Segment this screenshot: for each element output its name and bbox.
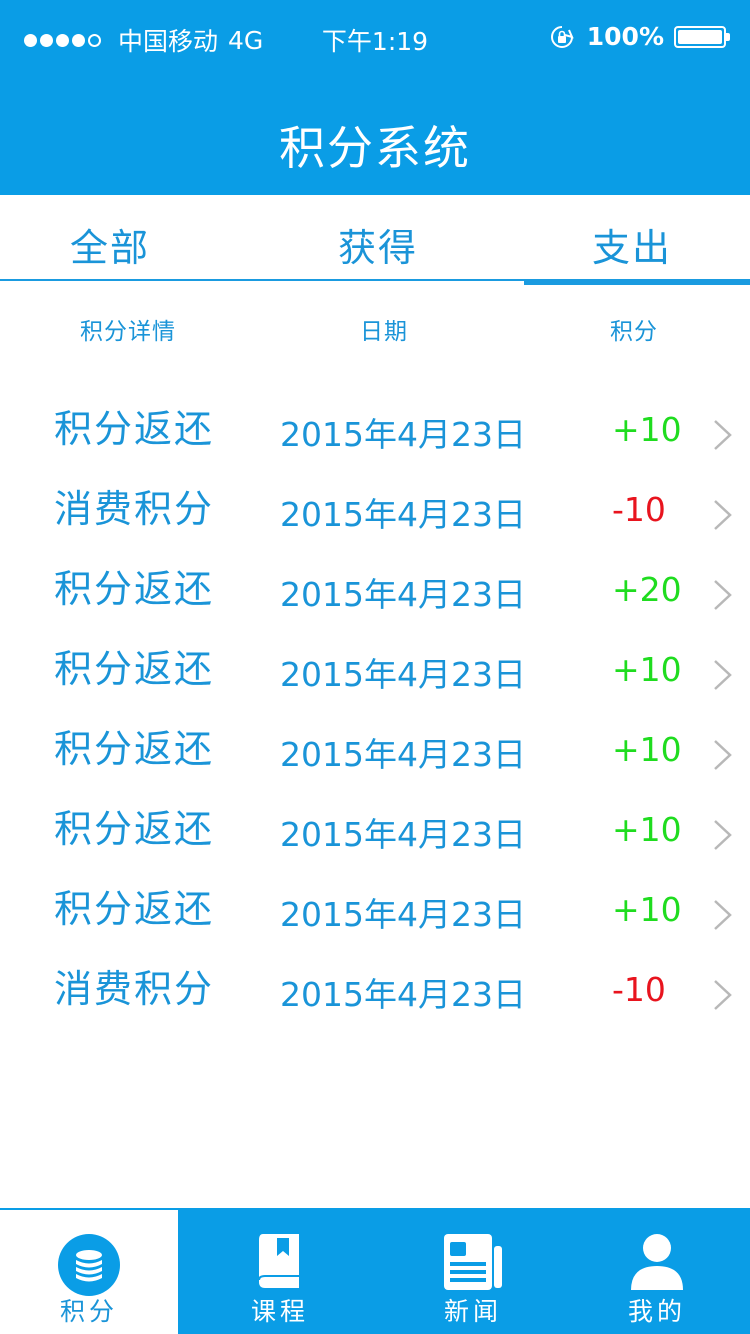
record-points: +10 (612, 650, 682, 689)
record-date: 2015年4月23日 (280, 655, 526, 694)
record-points: +10 (612, 810, 682, 849)
record-name: 积分返还 (54, 887, 215, 931)
chevron-right-icon (714, 900, 732, 930)
tabbar-item-points[interactable]: 积分 (0, 1208, 178, 1334)
coins-icon (58, 1234, 120, 1296)
points-record-list: 积分返还 2015年4月23日 +10 消费积分 2015年4月23日 -10 … (0, 388, 750, 1028)
record-name: 积分返还 (54, 647, 215, 691)
column-header-detail: 积分详情 (80, 319, 176, 345)
list-item[interactable]: 消费积分 2015年4月23日 -10 (0, 468, 750, 548)
record-name: 积分返还 (54, 567, 215, 611)
tabbar-item-mine[interactable]: 我的 (564, 1208, 750, 1334)
list-item[interactable]: 积分返还 2015年4月23日 +10 (0, 708, 750, 788)
record-name: 积分返还 (54, 807, 215, 851)
chevron-right-icon (714, 660, 732, 690)
battery-percent: 100% (586, 22, 664, 51)
tabbar-item-courses[interactable]: 课程 (178, 1208, 382, 1334)
tabbar-label-points: 积分 (59, 1297, 118, 1326)
chevron-right-icon (714, 500, 732, 530)
active-tab-indicator (524, 279, 750, 285)
list-item[interactable]: 积分返还 2015年4月23日 +10 (0, 628, 750, 708)
column-header-date: 日期 (360, 319, 408, 345)
record-points: +20 (612, 570, 682, 609)
tabbar-label-news: 新闻 (443, 1297, 502, 1326)
chevron-right-icon (714, 980, 732, 1010)
tabbar-label-courses: 课程 (250, 1297, 309, 1326)
record-points: +10 (612, 410, 682, 449)
record-date: 2015年4月23日 (280, 815, 526, 854)
list-item[interactable]: 消费积分 2015年4月23日 -10 (0, 948, 750, 1028)
list-item[interactable]: 积分返还 2015年4月23日 +10 (0, 388, 750, 468)
record-points: +10 (612, 890, 682, 929)
list-item[interactable]: 积分返还 2015年4月23日 +10 (0, 868, 750, 948)
record-points: -10 (612, 970, 666, 1009)
book-icon (258, 1234, 299, 1288)
bottom-tab-bar: 积分 课程 新闻 我的 (0, 1208, 750, 1334)
record-date: 2015年4月23日 (280, 495, 526, 534)
chevron-right-icon (714, 820, 732, 850)
tab-earned[interactable]: 获得 (338, 217, 418, 272)
record-name: 消费积分 (54, 487, 215, 531)
user-icon (631, 1234, 683, 1290)
list-item[interactable]: 积分返还 2015年4月23日 +20 (0, 548, 750, 628)
record-date: 2015年4月23日 (280, 415, 526, 454)
tabbar-item-news[interactable]: 新闻 (382, 1208, 564, 1334)
chevron-right-icon (714, 420, 732, 450)
tab-all[interactable]: 全部 (70, 217, 150, 272)
record-name: 积分返还 (54, 727, 215, 771)
status-right: 100% (549, 22, 730, 51)
page-title: 积分系统 (279, 121, 471, 175)
chevron-right-icon (714, 740, 732, 770)
record-date: 2015年4月23日 (280, 975, 526, 1014)
record-name: 积分返还 (54, 407, 215, 451)
battery-icon (674, 25, 730, 48)
rotation-lock-icon (550, 25, 574, 48)
filter-tabs: 全部 获得 支出 (0, 195, 750, 281)
record-date: 2015年4月23日 (280, 735, 526, 774)
tabbar-label-mine: 我的 (627, 1297, 686, 1326)
tab-spent[interactable]: 支出 (592, 217, 672, 272)
status-bar: 中国移动 4G 下午1:19 100% (0, 0, 750, 80)
newspaper-icon (444, 1234, 502, 1290)
list-item[interactable]: 积分返还 2015年4月23日 +10 (0, 788, 750, 868)
chevron-right-icon (714, 580, 732, 610)
record-date: 2015年4月23日 (280, 575, 526, 614)
navigation-bar: 积分系统 (0, 80, 750, 195)
column-header-points: 积分 (610, 319, 658, 345)
record-name: 消费积分 (54, 967, 215, 1011)
record-date: 2015年4月23日 (280, 895, 526, 934)
record-points: -10 (612, 490, 666, 529)
record-points: +10 (612, 730, 682, 769)
